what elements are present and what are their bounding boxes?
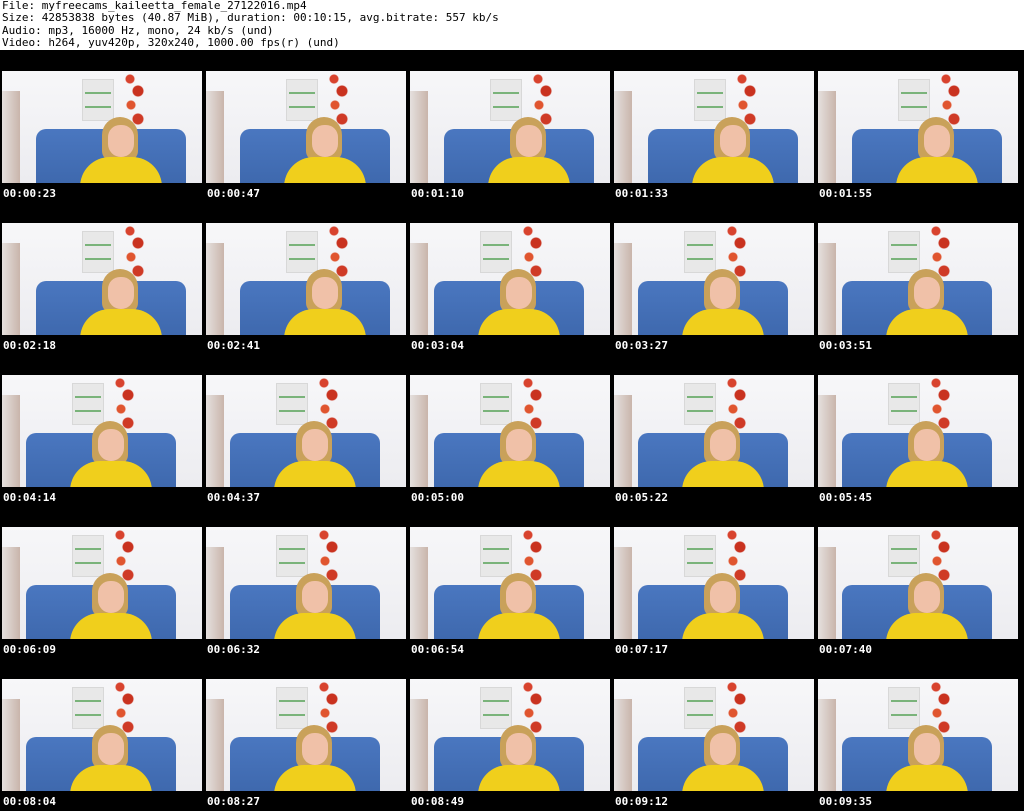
thumbnail-timestamp: 00:01:55 [819,187,872,200]
thumbnail-cell: 00:06:09 [0,506,204,658]
thumbnail-cell: 00:02:18 [0,202,204,354]
file-info-header: File: myfreecams_kaileetta_female_271220… [0,0,1024,50]
thumbnail-timestamp: 00:05:00 [411,491,464,504]
thumbnail-cell: 00:08:27 [204,658,408,810]
video-frame-image [614,223,814,335]
thumbnail-cell: 00:05:45 [816,354,1020,506]
thumbnail-timestamp: 00:08:49 [411,795,464,808]
thumbnail-cell: 00:05:00 [408,354,612,506]
video-frame-image [2,375,202,487]
thumbnail-cell: 00:08:49 [408,658,612,810]
video-frame-image [614,71,814,183]
thumbnail-timestamp: 00:06:54 [411,643,464,656]
thumbnail-timestamp: 00:02:18 [3,339,56,352]
thumbnail-timestamp: 00:09:12 [615,795,668,808]
thumbnail-cell: 00:01:10 [408,50,612,202]
video-frame-image [2,679,202,791]
thumbnail-timestamp: 00:05:22 [615,491,668,504]
thumbnail-cell: 00:06:54 [408,506,612,658]
thumbnail-cell: 00:09:12 [612,658,816,810]
thumbnail-cell: 00:03:04 [408,202,612,354]
thumbnail-timestamp: 00:04:37 [207,491,260,504]
video-frame-image [818,375,1018,487]
thumbnail-timestamp: 00:06:32 [207,643,260,656]
thumbnail-cell: 00:07:17 [612,506,816,658]
thumbnail-cell: 00:02:41 [204,202,408,354]
file-size-line: Size: 42853838 bytes (40.87 MiB), durati… [2,11,499,25]
video-frame-image [206,223,406,335]
thumbnail-cell: 00:01:55 [816,50,1020,202]
video-frame-image [410,527,610,639]
thumbnail-cell: 00:03:51 [816,202,1020,354]
thumbnail-timestamp: 00:08:04 [3,795,56,808]
thumbnail-timestamp: 00:04:14 [3,491,56,504]
video-frame-image [2,71,202,183]
thumbnail-cell: 00:08:04 [0,658,204,810]
thumbnail-timestamp: 00:08:27 [207,795,260,808]
video-frame-image [410,223,610,335]
video-frame-image [818,527,1018,639]
thumbnail-cell: 00:09:35 [816,658,1020,810]
thumbnail-timestamp: 00:03:51 [819,339,872,352]
video-frame-image [614,527,814,639]
thumbnail-cell: 00:04:14 [0,354,204,506]
thumbnail-timestamp: 00:01:33 [615,187,668,200]
thumbnail-cell: 00:07:40 [816,506,1020,658]
video-frame-image [614,679,814,791]
video-frame-image [206,375,406,487]
thumbnail-timestamp: 00:03:27 [615,339,668,352]
video-frame-image [206,527,406,639]
video-frame-image [2,527,202,639]
video-frame-image [410,71,610,183]
thumbnail-timestamp: 00:07:17 [615,643,668,656]
video-frame-image [818,71,1018,183]
thumbnail-cell: 00:05:22 [612,354,816,506]
thumbnail-timestamp: 00:06:09 [3,643,56,656]
thumbnail-grid: 00:00:23 00:00:47 00:01:10 00:01:33 00:01:55… [0,50,1024,811]
thumbnail-timestamp: 00:00:47 [207,187,260,200]
thumbnail-timestamp: 00:05:45 [819,491,872,504]
thumbnail-timestamp: 00:01:10 [411,187,464,200]
thumbnail-timestamp: 00:03:04 [411,339,464,352]
thumbnail-cell: 00:00:47 [204,50,408,202]
thumbnail-cell: 00:03:27 [612,202,816,354]
video-frame-image [410,375,610,487]
video-frame-image [818,679,1018,791]
thumbnail-cell: 00:06:32 [204,506,408,658]
video-frame-image [2,223,202,335]
video-frame-image [206,679,406,791]
video-frame-image [206,71,406,183]
video-frame-image [614,375,814,487]
video-frame-image [410,679,610,791]
thumbnail-timestamp: 00:09:35 [819,795,872,808]
thumbnail-cell: 00:01:33 [612,50,816,202]
thumbnail-timestamp: 00:02:41 [207,339,260,352]
thumbnail-timestamp: 00:00:23 [3,187,56,200]
video-info-line: Video: h264, yuv420p, 320x240, 1000.00 f… [2,36,340,50]
thumbnail-cell: 00:04:37 [204,354,408,506]
video-frame-image [818,223,1018,335]
thumbnail-cell: 00:00:23 [0,50,204,202]
thumbnail-timestamp: 00:07:40 [819,643,872,656]
